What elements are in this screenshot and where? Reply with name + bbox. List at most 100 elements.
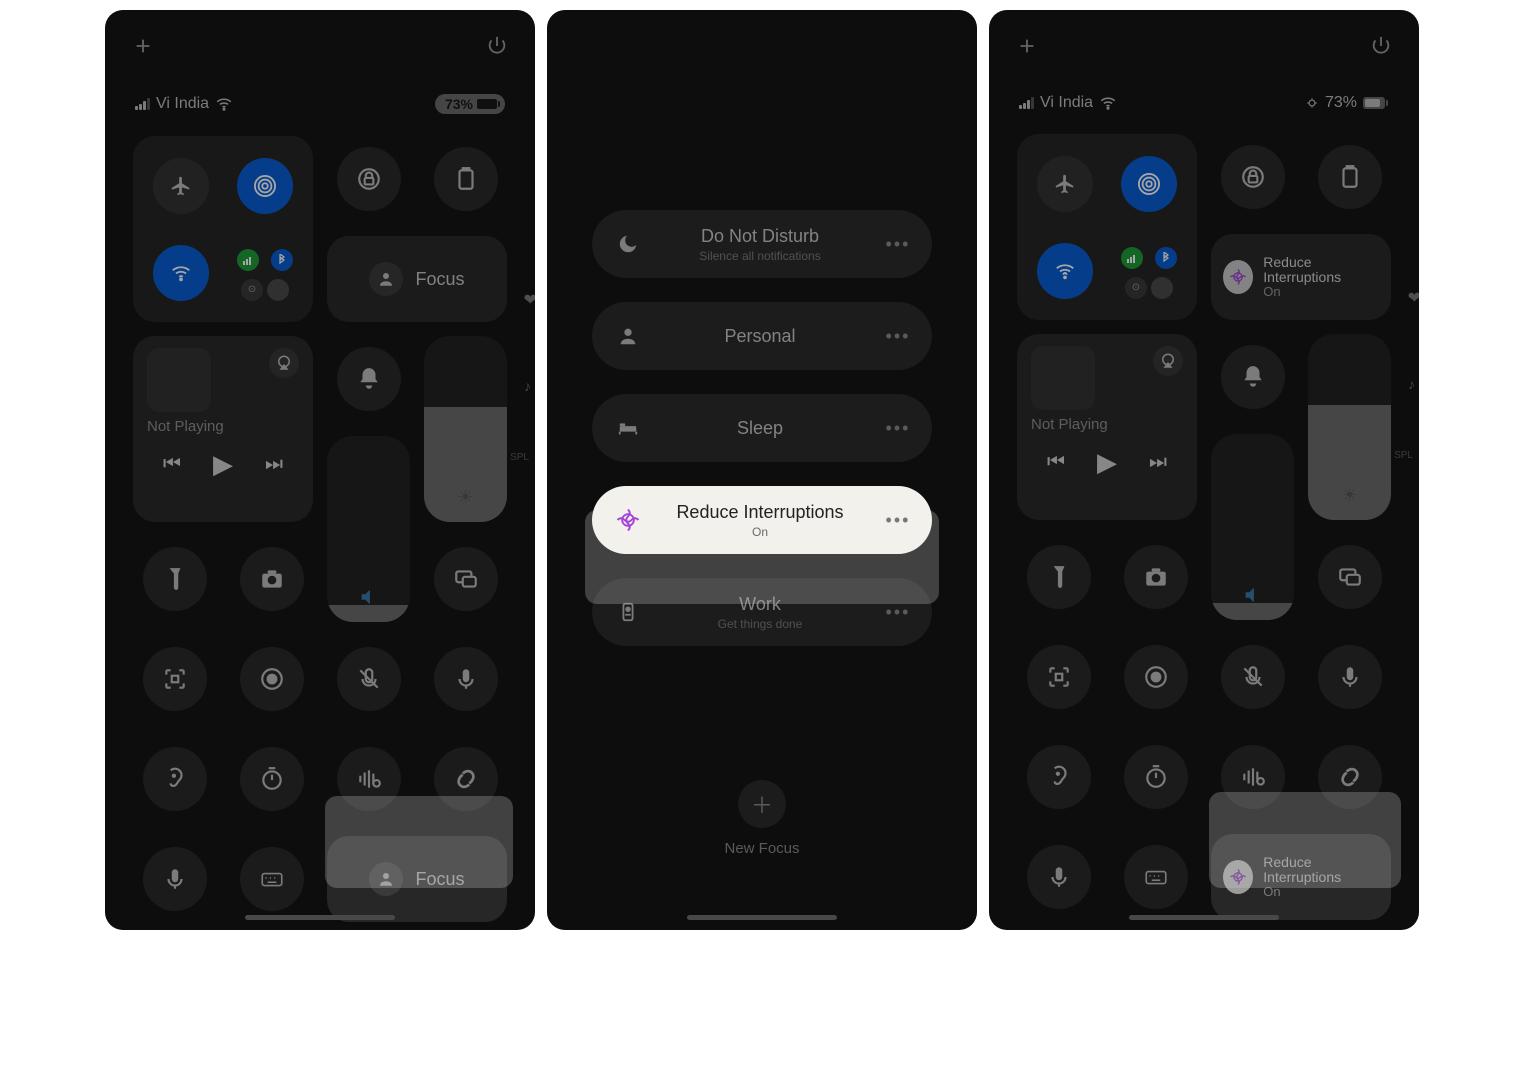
focus-row-reduce-interruptions[interactable]: Reduce Interruptions On •••: [592, 486, 932, 554]
screen-mirroring-button[interactable]: [1318, 545, 1382, 609]
brightness-slider[interactable]: ☀︎: [424, 336, 507, 522]
timer-button[interactable]: [240, 747, 304, 811]
low-power-mode-toggle[interactable]: [1318, 145, 1382, 209]
connectivity-more[interactable]: ⊙: [235, 243, 295, 303]
flashlight-toggle[interactable]: [1027, 545, 1091, 609]
connectivity-more[interactable]: ⊙: [1119, 241, 1179, 301]
more-icon[interactable]: •••: [878, 234, 918, 255]
code-scanner-button[interactable]: [1027, 645, 1091, 709]
more-icon[interactable]: •••: [878, 418, 918, 439]
focus-row-work[interactable]: Work Get things done •••: [592, 578, 932, 646]
forward-icon[interactable]: ⏭: [1149, 451, 1167, 474]
home-indicator[interactable]: [687, 915, 837, 920]
rewind-icon[interactable]: ⏮: [1047, 451, 1065, 474]
focus-modes-list: Do Not Disturb Silence all notifications…: [547, 10, 977, 857]
vpn-icon: [267, 279, 289, 301]
now-playing-tile[interactable]: Not Playing ⏮ ▶ ⏭: [1017, 334, 1197, 520]
now-playing-tile[interactable]: Not Playing ⏮ ▶ ⏭: [133, 336, 313, 522]
wifi-toggle[interactable]: [153, 245, 209, 301]
airdrop-toggle[interactable]: [1121, 156, 1177, 212]
sound-recognition-button[interactable]: [337, 747, 401, 811]
cellular-data-icon: [237, 249, 259, 271]
moon-icon: [614, 233, 642, 255]
shazam-button[interactable]: [434, 747, 498, 811]
orientation-lock-toggle[interactable]: [337, 147, 401, 211]
connectivity-group[interactable]: ⊙: [1017, 134, 1197, 320]
screen-record-button[interactable]: [1124, 645, 1188, 709]
dictation-button[interactable]: [143, 847, 207, 911]
focus-row-dnd[interactable]: Do Not Disturb Silence all notifications…: [592, 210, 932, 278]
music-note-icon: ♪: [524, 378, 531, 394]
orientation-lock-toggle[interactable]: [1221, 145, 1285, 209]
bottom-focus-tile[interactable]: Focus: [327, 836, 507, 922]
sound-level-icon: SPL: [1394, 450, 1413, 461]
home-indicator[interactable]: [245, 915, 395, 920]
sun-icon: ☀︎: [424, 487, 507, 508]
more-icon[interactable]: •••: [878, 510, 918, 531]
connectivity-group[interactable]: ⊙: [133, 136, 313, 322]
voice-memo-button[interactable]: [1318, 645, 1382, 709]
cc-top-controls: [989, 10, 1419, 66]
camera-button[interactable]: [240, 547, 304, 611]
screen-record-button[interactable]: [240, 647, 304, 711]
airplay-icon[interactable]: [1153, 346, 1183, 376]
keyboard-access-button[interactable]: [240, 847, 304, 911]
focus-row-title: Personal: [642, 326, 878, 347]
power-icon[interactable]: [1369, 34, 1393, 58]
home-indicator[interactable]: [1129, 915, 1279, 920]
code-scanner-button[interactable]: [143, 647, 207, 711]
shazam-button[interactable]: [1318, 745, 1382, 809]
sound-level-icon: SPL: [510, 452, 529, 463]
hotspot-icon: ⊙: [241, 279, 263, 301]
now-playing-label: Not Playing: [1031, 416, 1183, 433]
airplane-mode-toggle[interactable]: [1037, 156, 1093, 212]
airplane-mode-toggle[interactable]: [153, 158, 209, 214]
focus-row-sleep[interactable]: Sleep •••: [592, 394, 932, 462]
silent-mode-toggle[interactable]: [1221, 345, 1285, 409]
focus-tile-active[interactable]: Reduce Interruptions On: [1211, 234, 1391, 320]
screen-mirroring-button[interactable]: [434, 547, 498, 611]
hearing-button[interactable]: [143, 747, 207, 811]
person-icon: [614, 325, 642, 347]
play-icon[interactable]: ▶: [1097, 447, 1117, 478]
airplay-icon[interactable]: [269, 348, 299, 378]
airdrop-toggle[interactable]: [237, 158, 293, 214]
focus-title: Reduce Interruptions: [1263, 855, 1379, 884]
add-control-icon[interactable]: [131, 34, 155, 58]
wifi-toggle[interactable]: [1037, 243, 1093, 299]
new-focus-button[interactable]: ＋ New Focus: [724, 780, 799, 857]
screenshot-1-control-center: Vi India 73% ❤︎ ♪ SPL: [105, 10, 535, 930]
badge-icon: [614, 601, 642, 623]
focus-tile[interactable]: Focus: [327, 236, 507, 322]
power-icon[interactable]: [485, 34, 509, 58]
bottom-focus-tile-active[interactable]: Reduce Interruptions On: [1211, 834, 1391, 920]
voice-memo-button[interactable]: [434, 647, 498, 711]
hearing-button[interactable]: [1027, 745, 1091, 809]
more-icon[interactable]: •••: [878, 602, 918, 623]
keyboard-access-button[interactable]: [1124, 845, 1188, 909]
focus-title: Reduce Interruptions: [1263, 255, 1379, 284]
volume-slider[interactable]: [1211, 434, 1294, 620]
camera-button[interactable]: [1124, 545, 1188, 609]
music-note-icon: ♪: [1408, 376, 1415, 392]
timer-button[interactable]: [1124, 745, 1188, 809]
add-control-icon[interactable]: [1015, 34, 1039, 58]
focus-row-subtitle: On: [642, 525, 878, 539]
focus-row-title: Sleep: [642, 418, 878, 439]
play-icon[interactable]: ▶: [213, 449, 233, 480]
sound-recognition-button[interactable]: [1221, 745, 1285, 809]
cellular-data-icon: [1121, 247, 1143, 269]
forward-icon[interactable]: ⏭: [265, 453, 283, 476]
mic-mute-toggle[interactable]: [1221, 645, 1285, 709]
focus-row-personal[interactable]: Personal •••: [592, 302, 932, 370]
flashlight-toggle[interactable]: [143, 547, 207, 611]
rewind-icon[interactable]: ⏮: [163, 453, 181, 476]
focus-row-subtitle: Silence all notifications: [642, 249, 878, 263]
brightness-slider[interactable]: ☀︎: [1308, 334, 1391, 520]
volume-slider[interactable]: [327, 436, 410, 622]
more-icon[interactable]: •••: [878, 326, 918, 347]
silent-mode-toggle[interactable]: [337, 347, 401, 411]
low-power-mode-toggle[interactable]: [434, 147, 498, 211]
mic-mute-toggle[interactable]: [337, 647, 401, 711]
dictation-button[interactable]: [1027, 845, 1091, 909]
